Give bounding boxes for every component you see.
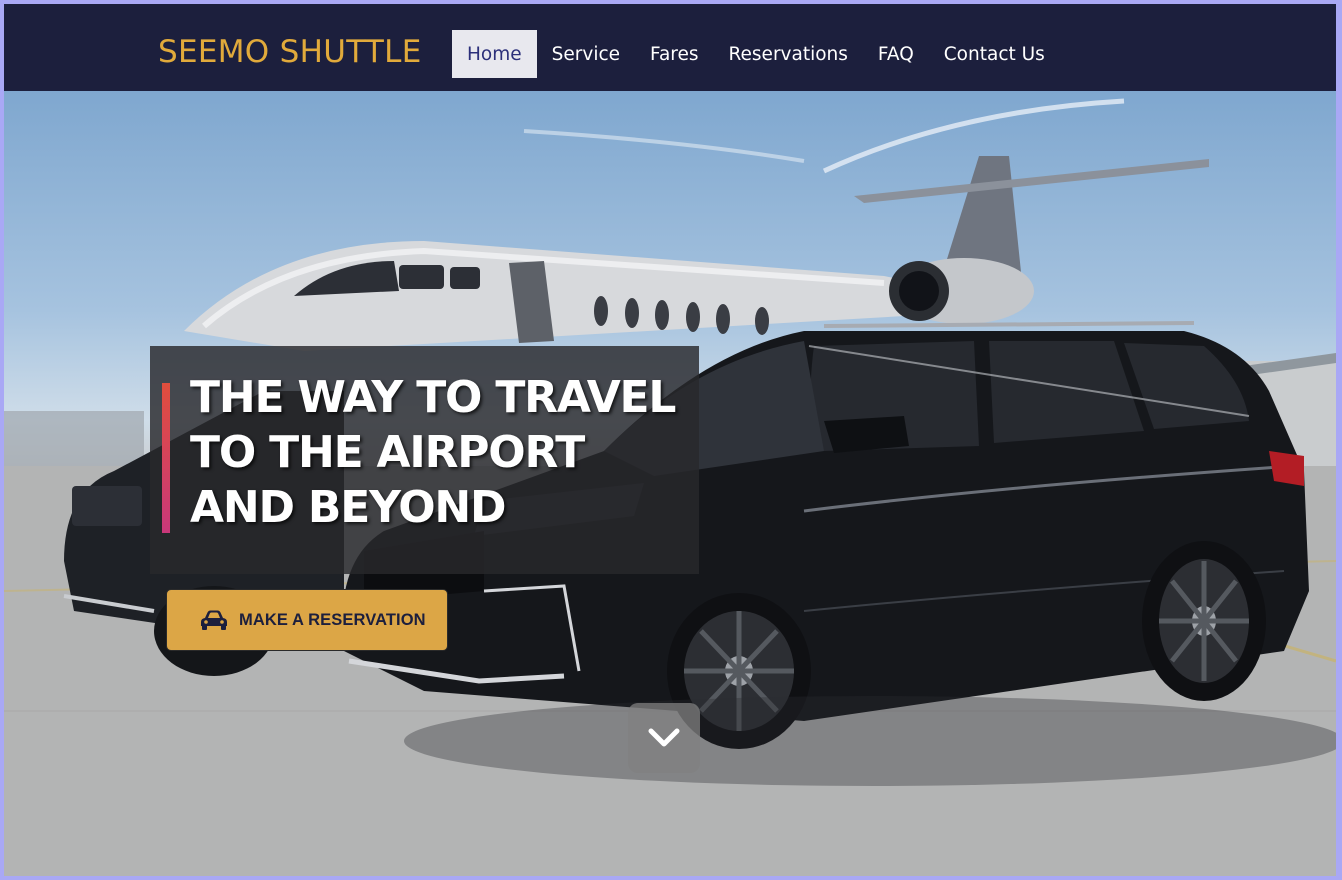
make-reservation-label: MAKE A RESERVATION — [239, 610, 426, 629]
site-logo[interactable]: SEEMO SHUTTLE — [158, 34, 422, 70]
car-icon — [199, 608, 231, 632]
make-reservation-button[interactable]: MAKE A RESERVATION — [166, 589, 448, 651]
nav-reservations[interactable]: Reservations — [714, 30, 863, 78]
scroll-down-button[interactable] — [628, 703, 700, 773]
nav-home[interactable]: Home — [452, 30, 537, 78]
nav-service[interactable]: Service — [537, 30, 635, 78]
nav-fares[interactable]: Fares — [635, 30, 714, 78]
headline-line-1: THE WAY TO TRAVEL — [190, 372, 676, 423]
headline-line-3: AND BEYOND — [190, 482, 507, 533]
chevron-down-icon — [648, 728, 680, 747]
headline-accent-bar — [162, 383, 170, 533]
main-nav: Home Service Fares Reservations FAQ Cont… — [452, 30, 1060, 78]
nav-faq[interactable]: FAQ — [863, 30, 929, 78]
hero-headline: THE WAY TO TRAVEL TO THE AIRPORT AND BEY… — [190, 370, 676, 535]
nav-contact-us[interactable]: Contact Us — [929, 30, 1060, 78]
headline-line-2: TO THE AIRPORT — [190, 427, 585, 478]
page-frame: SEEMO SHUTTLE Home Service Fares Reserva… — [4, 4, 1336, 876]
hero-section: THE WAY TO TRAVEL TO THE AIRPORT AND BEY… — [4, 91, 1336, 876]
site-header: SEEMO SHUTTLE Home Service Fares Reserva… — [4, 4, 1336, 91]
hero-headline-panel: THE WAY TO TRAVEL TO THE AIRPORT AND BEY… — [150, 346, 699, 574]
